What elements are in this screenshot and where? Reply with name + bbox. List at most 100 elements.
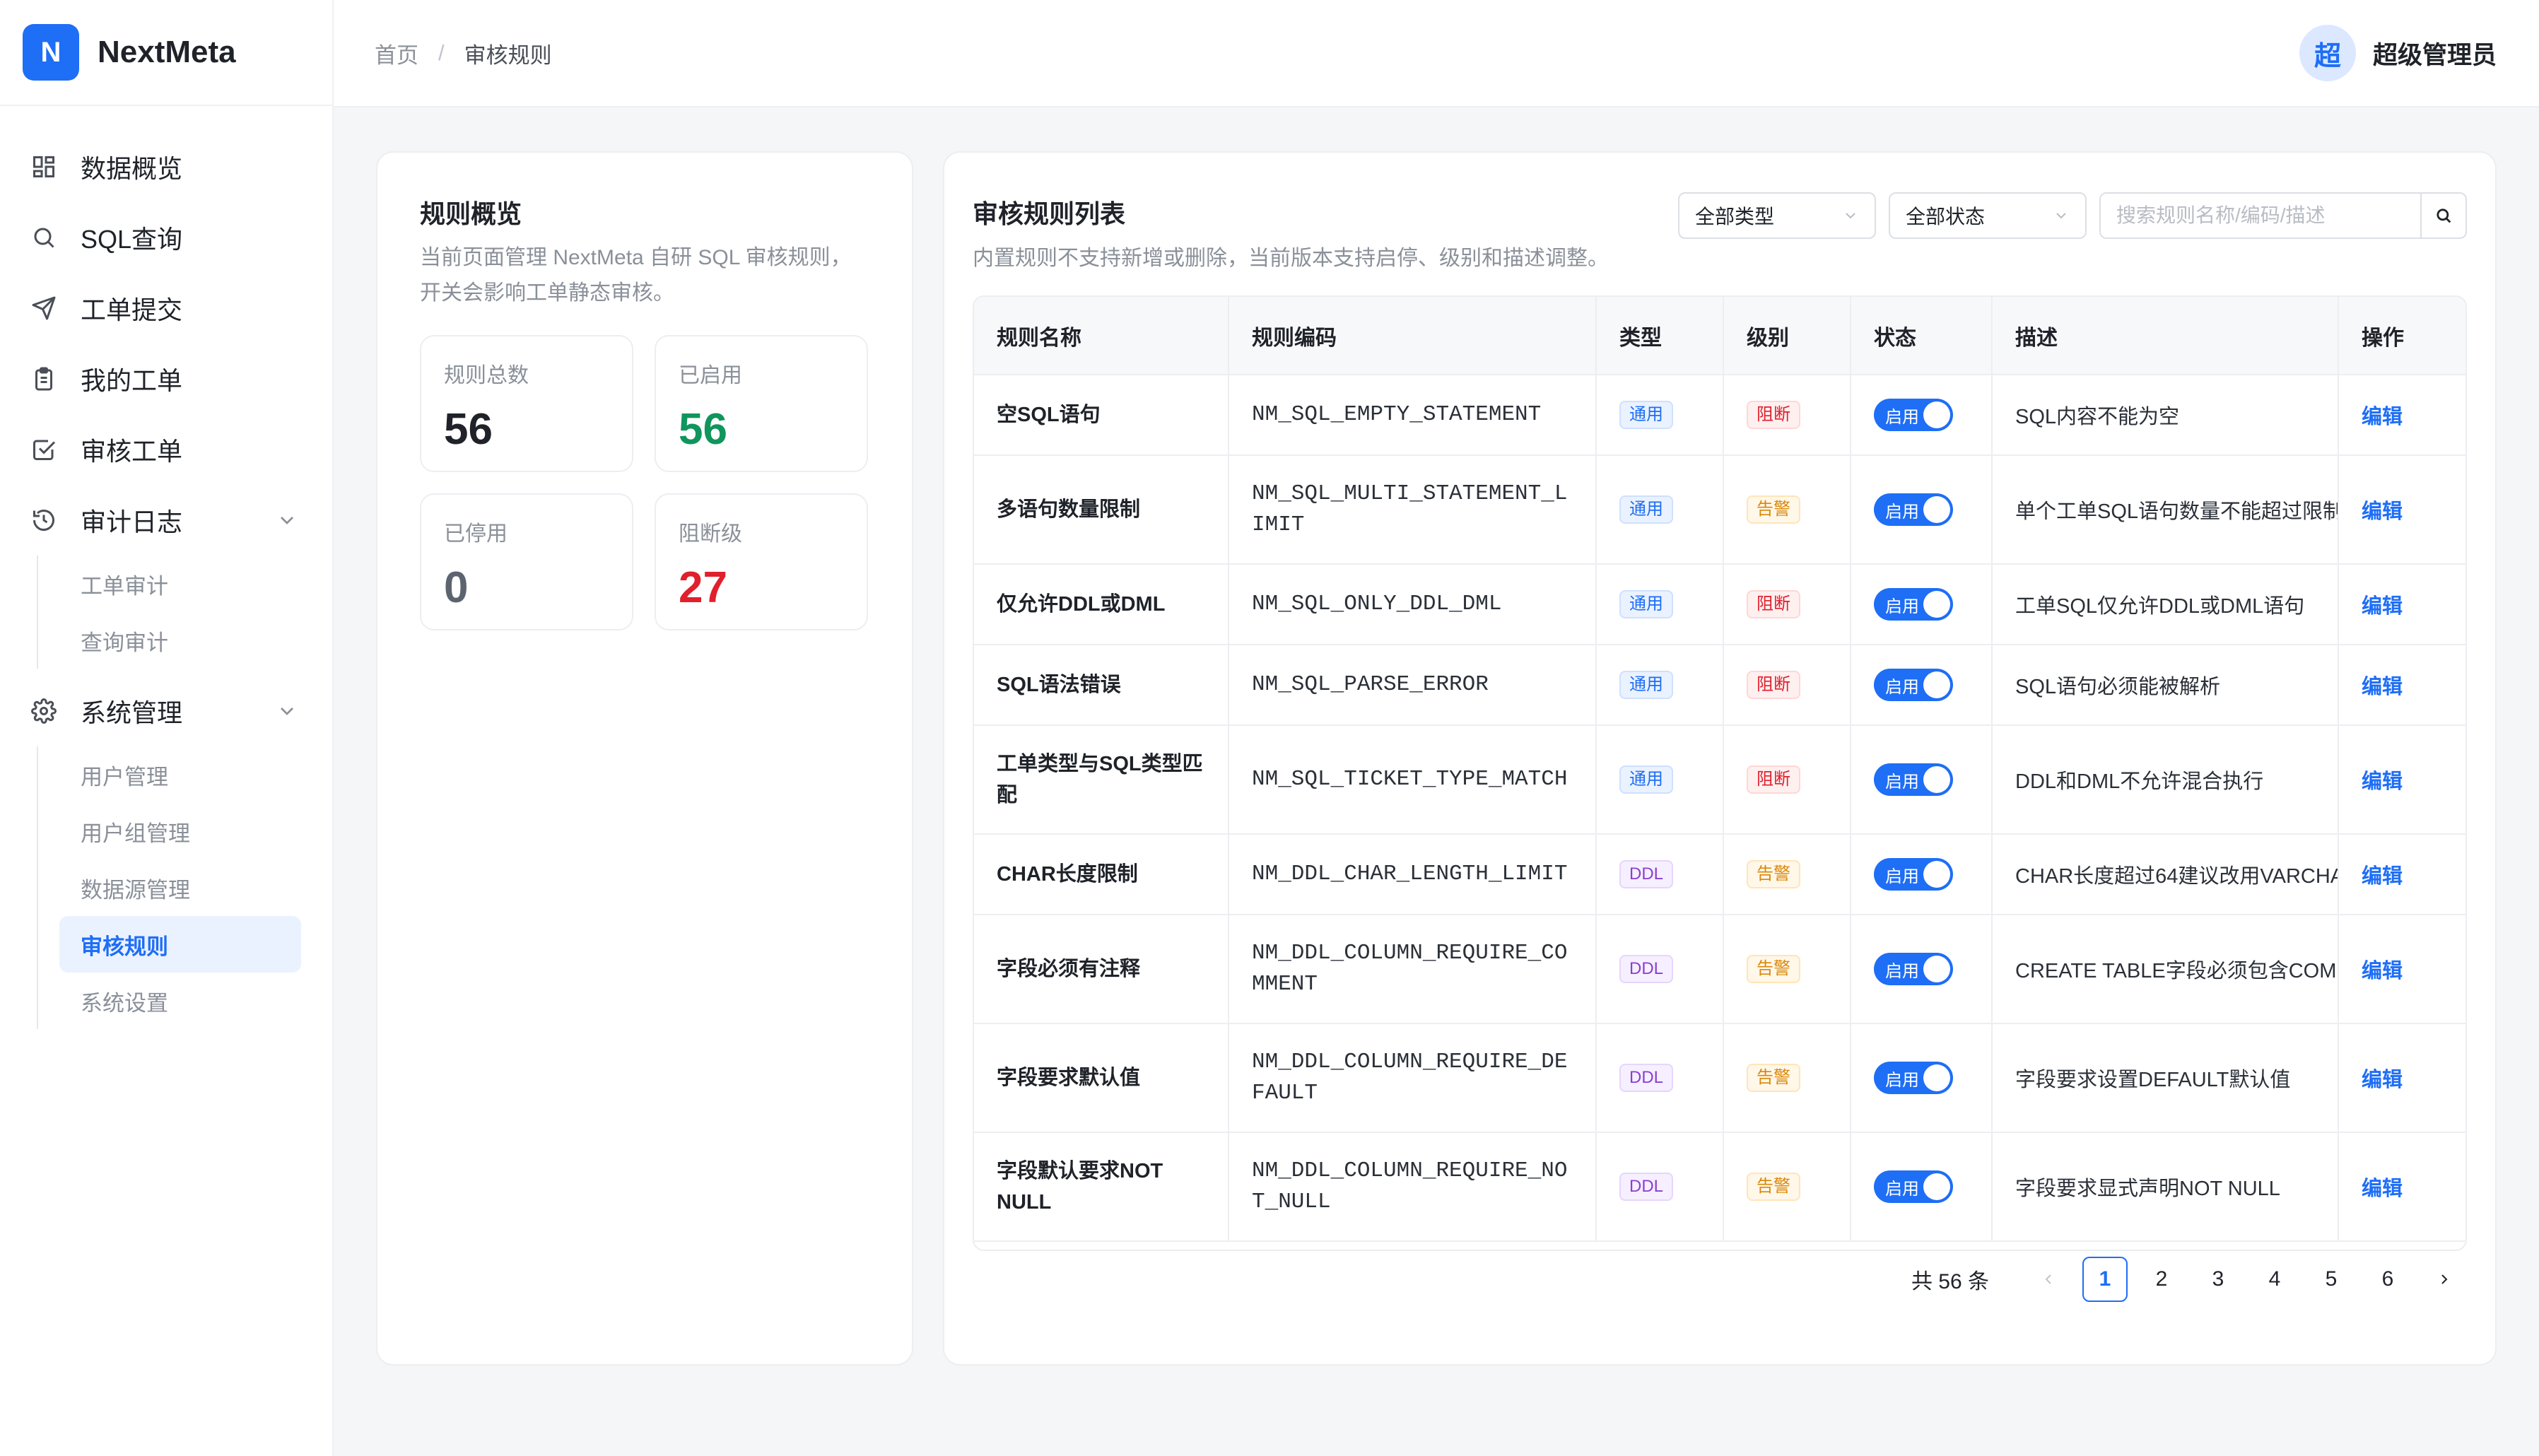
stat-value: 27 xyxy=(679,563,727,612)
sidebar-item-sql-query[interactable]: SQL查询 xyxy=(0,202,332,273)
edit-link[interactable]: 编辑 xyxy=(2338,834,2465,915)
edit-link[interactable]: 编辑 xyxy=(2338,564,2465,645)
type-tag: 通用 xyxy=(1619,765,1673,794)
sidebar-item-review-tickets[interactable]: 审核工单 xyxy=(0,414,332,485)
sidebar-item-system-admin[interactable]: 系统管理 xyxy=(0,676,332,746)
sidebar-item-system-settings[interactable]: 系统设置 xyxy=(59,973,301,1029)
status-toggle[interactable]: 启用 xyxy=(1874,669,1953,701)
sidebar-item-my-tickets[interactable]: 我的工单 xyxy=(0,344,332,414)
edit-link[interactable]: 编辑 xyxy=(2338,725,2465,835)
rule-name: CHAR长度限制 xyxy=(974,834,1229,915)
sidebar-item-audit-log[interactable]: 审计日志 xyxy=(0,485,332,556)
type-filter-select[interactable]: 全部类型 xyxy=(1678,192,1876,239)
toggle-label: 启用 xyxy=(1885,502,1919,522)
toggle-knob xyxy=(1923,1173,1950,1200)
status-toggle[interactable]: 启用 xyxy=(1874,588,1953,621)
sidebar-item-review-rules[interactable]: 审核规则 xyxy=(59,916,301,973)
level-tag: 告警 xyxy=(1747,495,1800,524)
rule-code: NM_SQL_TICKET_TYPE_MATCH xyxy=(1229,725,1597,835)
toggle-knob xyxy=(1923,496,1950,523)
status-toggle[interactable]: 启用 xyxy=(1874,858,1953,891)
audit-log-subnav: 工单审计 查询审计 xyxy=(37,556,332,669)
brand[interactable]: N NextMeta xyxy=(0,0,332,106)
prev-page-button[interactable] xyxy=(2026,1257,2071,1302)
type-filter-value: 全部类型 xyxy=(1695,206,1775,228)
chevron-down-icon[interactable] xyxy=(276,509,298,532)
toggle-label: 启用 xyxy=(1885,1179,1919,1199)
column-header: 级别 xyxy=(1723,297,1851,375)
dashboard-icon xyxy=(28,151,59,182)
rules-subtitle: 内置规则不支持新增或删除，当前版本支持启停、级别和描述调整。 xyxy=(973,247,1609,270)
edit-link[interactable]: 编辑 xyxy=(2338,375,2465,456)
sidebar-item-label: 审核工单 xyxy=(81,437,183,466)
rule-name: 工单类型与SQL类型匹配 xyxy=(974,725,1229,835)
stat-enabled: 已启用 56 xyxy=(655,335,868,472)
sidebar-item-query-audit[interactable]: 查询审计 xyxy=(59,612,301,669)
status-toggle[interactable]: 启用 xyxy=(1874,953,1953,985)
edit-link[interactable]: 编辑 xyxy=(2338,645,2465,726)
toggle-knob xyxy=(1923,671,1950,698)
brand-name: NextMeta xyxy=(98,35,236,69)
table-row: 字段必须有注释 NM_DDL_COLUMN_REQUIRE_COMMENT DD… xyxy=(974,915,2465,1024)
toggle-knob xyxy=(1923,1064,1950,1091)
status-toggle[interactable]: 启用 xyxy=(1874,399,1953,431)
column-header: 操作 xyxy=(2338,297,2465,375)
column-header: 规则编码 xyxy=(1229,297,1597,375)
status-toggle[interactable]: 启用 xyxy=(1874,763,1953,796)
status-toggle[interactable]: 启用 xyxy=(1874,1170,1953,1203)
toggle-knob xyxy=(1923,861,1950,888)
rules-table: 规则名称 规则编码 类型 级别 状态 描述 操作 空SQL语句 NM_SQL_E… xyxy=(974,297,2465,1242)
page-button[interactable]: 6 xyxy=(2365,1257,2410,1302)
sidebar-item-ticket-submit[interactable]: 工单提交 xyxy=(0,273,332,344)
gear-icon xyxy=(28,695,59,727)
page-button[interactable]: 1 xyxy=(2082,1257,2128,1302)
rule-code: NM_SQL_EMPTY_STATEMENT xyxy=(1229,375,1597,456)
breadcrumb-current: 审核规则 xyxy=(464,42,552,68)
table-row: CHAR长度限制 NM_DDL_CHAR_LENGTH_LIMIT DDL 告警… xyxy=(974,834,2465,915)
breadcrumb-home[interactable]: 首页 xyxy=(375,37,418,69)
search-input[interactable] xyxy=(2101,194,2420,237)
table-row: SQL语法错误 NM_SQL_PARSE_ERROR 通用 阻断 启用 SQL语… xyxy=(974,645,2465,726)
table-row: 多语句数量限制 NM_SQL_MULTI_STATEMENT_LIMIT 通用 … xyxy=(974,455,2465,565)
toggle-knob xyxy=(1923,401,1950,428)
type-tag: 通用 xyxy=(1619,590,1673,618)
type-tag: 通用 xyxy=(1619,671,1673,699)
page-button[interactable]: 3 xyxy=(2195,1257,2241,1302)
rule-code: NM_DDL_COLUMN_REQUIRE_COMMENT xyxy=(1229,915,1597,1024)
stat-label: 已启用 xyxy=(679,364,742,387)
chevron-down-icon[interactable] xyxy=(276,700,298,722)
page-button[interactable]: 5 xyxy=(2309,1257,2354,1302)
level-tag: 阻断 xyxy=(1747,401,1800,429)
sidebar-item-label: 系统管理 xyxy=(81,698,183,727)
sidebar-item-ticket-audit[interactable]: 工单审计 xyxy=(59,556,301,612)
rule-description: CREATE TABLE字段必须包含COMMENT xyxy=(1992,915,2339,1024)
type-tag: DDL xyxy=(1619,860,1674,888)
type-tag: 通用 xyxy=(1619,401,1673,429)
sidebar-item-dashboard[interactable]: 数据概览 xyxy=(0,131,332,202)
search-box xyxy=(2099,192,2467,239)
sidebar-item-datasources[interactable]: 数据源管理 xyxy=(59,859,301,916)
level-tag: 告警 xyxy=(1747,1173,1800,1201)
edit-link[interactable]: 编辑 xyxy=(2338,455,2465,565)
stat-value: 0 xyxy=(444,563,469,612)
rules-table-container[interactable]: 规则名称 规则编码 类型 级别 状态 描述 操作 空SQL语句 NM_SQL_E… xyxy=(973,295,2467,1251)
page-button[interactable]: 4 xyxy=(2252,1257,2297,1302)
sidebar-item-user-groups[interactable]: 用户组管理 xyxy=(59,803,301,859)
edit-link[interactable]: 编辑 xyxy=(2338,915,2465,1024)
status-toggle[interactable]: 启用 xyxy=(1874,1062,1953,1094)
rule-description: 单个工单SQL语句数量不能超过限制 xyxy=(1992,455,2339,565)
search-button[interactable] xyxy=(2420,194,2465,237)
page-button[interactable]: 2 xyxy=(2139,1257,2184,1302)
column-header: 规则名称 xyxy=(974,297,1229,375)
status-toggle[interactable]: 启用 xyxy=(1874,493,1953,526)
user-menu[interactable]: 超 超级管理员 xyxy=(2299,25,2497,81)
edit-link[interactable]: 编辑 xyxy=(2338,1023,2465,1133)
status-filter-select[interactable]: 全部状态 xyxy=(1889,192,2087,239)
stats-grid: 规则总数 56 已启用 56 已停用 0 阻断级 27 xyxy=(420,335,869,630)
sidebar-item-label: 数据概览 xyxy=(81,154,183,183)
edit-link[interactable]: 编辑 xyxy=(2338,1132,2465,1242)
sidebar-item-users[interactable]: 用户管理 xyxy=(59,746,301,803)
toggle-knob xyxy=(1923,766,1950,793)
next-page-button[interactable] xyxy=(2422,1257,2467,1302)
clipboard-icon xyxy=(28,363,59,394)
